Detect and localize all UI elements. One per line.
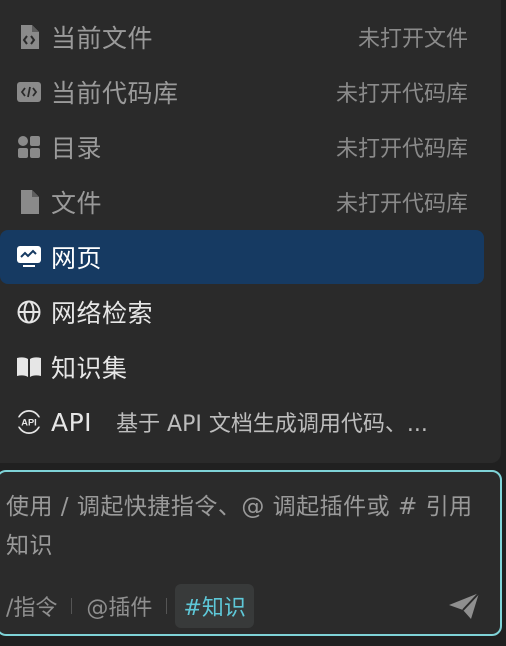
file-icon	[16, 189, 42, 215]
menu-item-current-codebase[interactable]: 当前代码库 未打开代码库	[0, 65, 484, 119]
chat-input-box[interactable]: 使用 / 调起快捷指令、@ 调起插件或 # 引用知识 /指令 @插件 #知识	[0, 470, 502, 636]
webpage-icon	[16, 244, 42, 270]
menu-item-label: 知识集	[51, 354, 128, 383]
svg-text:API: API	[21, 418, 36, 428]
code-repo-icon	[16, 79, 42, 105]
menu-item-webpage[interactable]: 网页	[0, 230, 484, 284]
menu-item-hint: 未打开代码库	[335, 192, 468, 217]
menu-item-label: 网络检索	[51, 299, 154, 328]
send-button[interactable]	[448, 592, 480, 620]
api-icon: API	[16, 409, 42, 435]
menu-item-api[interactable]: API API 基于 API 文档生成调用代码、...	[0, 395, 484, 449]
catalog-icon	[16, 134, 42, 160]
toolbar-divider	[166, 598, 168, 614]
send-icon	[449, 592, 480, 619]
menu-item-hint: 未打开文件	[357, 27, 468, 52]
file-code-icon	[16, 24, 42, 50]
menu-item-hint: 未打开代码库	[335, 82, 468, 107]
menu-item-label: 当前代码库	[51, 79, 179, 108]
menu-item-knowledge-set[interactable]: 知识集	[0, 340, 484, 394]
book-icon	[16, 354, 42, 380]
menu-item-label: API	[51, 407, 93, 437]
menu-item-current-file[interactable]: 当前文件 未打开文件	[0, 10, 484, 64]
menu-item-label: 网页	[51, 244, 103, 273]
menu-item-label: 目录	[51, 134, 103, 163]
menu-item-hint: 未打开代码库	[335, 137, 468, 162]
globe-icon	[16, 299, 42, 325]
menu-item-label: 当前文件	[51, 24, 154, 53]
command-button[interactable]: /指令	[6, 584, 63, 628]
input-toolbar: /指令 @插件 #知识	[6, 584, 254, 628]
menu-item-web-search[interactable]: 网络检索	[0, 285, 484, 339]
chat-input-placeholder[interactable]: 使用 / 调起快捷指令、@ 调起插件或 # 引用知识	[6, 488, 486, 566]
knowledge-button[interactable]: #知识	[175, 584, 254, 628]
menu-item-label: 文件	[51, 189, 103, 218]
menu-item-description: 基于 API 文档生成调用代码、...	[116, 412, 428, 437]
plugin-button[interactable]: @插件	[80, 584, 158, 628]
toolbar-divider	[71, 598, 73, 614]
menu-item-directory[interactable]: 目录 未打开代码库	[0, 120, 484, 174]
context-menu-panel: 当前文件 未打开文件 当前代码库 未打开代码库 目录 未打开代码库 文件 未打开…	[0, 0, 501, 463]
menu-item-file[interactable]: 文件 未打开代码库	[0, 175, 484, 229]
